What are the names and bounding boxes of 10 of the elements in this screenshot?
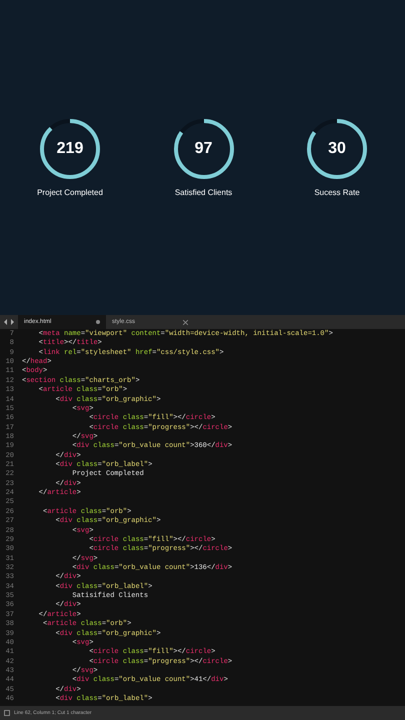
orb-label: Satisfied Clients xyxy=(174,188,232,197)
orb-value: 219 xyxy=(56,140,84,158)
orb-label: Sucess Rate xyxy=(314,188,360,197)
panel-icon[interactable] xyxy=(4,710,10,716)
unsaved-dot-icon xyxy=(96,320,100,324)
orb-value: 97 xyxy=(194,140,212,158)
orb-label: Project Completed xyxy=(37,188,103,197)
orb-value: 30 xyxy=(328,140,346,158)
tab-arrows-icon[interactable] xyxy=(4,319,14,325)
close-icon[interactable] xyxy=(183,320,188,324)
